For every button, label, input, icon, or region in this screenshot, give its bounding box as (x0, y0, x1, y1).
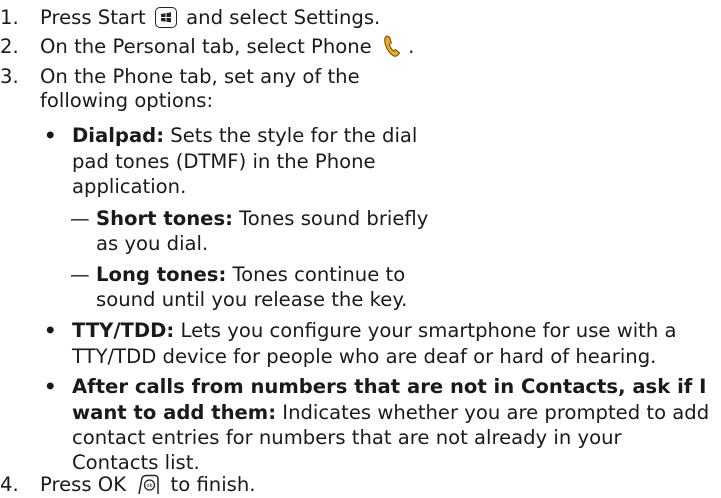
dialpad-line-1: Dialpad: Sets the style for the dial (72, 123, 417, 149)
short-tones-dash: — (70, 207, 90, 230)
step-2-number: 2. (0, 35, 19, 58)
long-tones-desc-1: Tones continue to (232, 263, 406, 286)
short-tones-line-1: Short tones: Tones sound briefly (96, 206, 428, 232)
after-calls-line-3: contact entries for numbers that are not… (72, 426, 622, 449)
tty-desc-1: Lets you configure your smartphone for u… (180, 319, 677, 342)
short-tones-line-2: as you dial. (96, 232, 209, 255)
after-calls-line-2: want to add them: Indicates whether you … (72, 400, 709, 426)
long-tones-dash: — (70, 263, 90, 286)
long-tones-term: Long tones: (96, 263, 227, 286)
after-calls-bullet: • (44, 375, 57, 398)
step-3-line-2: following options: (40, 89, 214, 112)
step-1-text-b: and select Settings. (186, 6, 381, 29)
step-1-text-a: Press Start (40, 6, 146, 29)
step-2-text: On the Personal tab, select Phone . (40, 34, 414, 60)
step-1-number: 1. (0, 6, 19, 29)
step-2-text-a: On the Personal tab, select Phone (40, 35, 372, 58)
long-tones-line-1: Long tones: Tones continue to (96, 262, 405, 288)
dialpad-desc-1: Sets the style for the dial (170, 124, 418, 147)
dialpad-term: Dialpad: (72, 124, 165, 147)
dialpad-line-3: application. (72, 175, 187, 198)
step-3-line-1: On the Phone tab, set any of the (40, 65, 360, 88)
step-4-text-b: to finish. (170, 473, 256, 496)
step-3-number: 3. (0, 65, 19, 88)
after-calls-term-2: want to add them: (72, 401, 277, 424)
step-1-text: Press Start and select Settings. (40, 5, 380, 31)
tty-bullet: • (44, 319, 57, 342)
after-calls-desc-2: Indicates whether you are prompted to ad… (282, 401, 710, 424)
instructions-document: 1. Press Start and select Settings. 2. O… (0, 0, 721, 498)
step-4-text: Press OK ok to finish. (40, 472, 256, 498)
dialpad-bullet: • (44, 124, 57, 147)
step-4-number: 4. (0, 473, 19, 496)
svg-text:ok: ok (147, 483, 153, 489)
step-4-text-a: Press OK (40, 473, 127, 496)
phone-handset-icon (384, 35, 401, 57)
tty-line-1: TTY/TDD: Lets you configure your smartph… (72, 318, 677, 344)
tty-line-2: TTY/TDD device for people who are deaf o… (72, 345, 657, 368)
tty-term: TTY/TDD: (72, 319, 175, 342)
after-calls-term-1: After calls from numbers that are not in… (72, 375, 707, 398)
long-tones-line-2: sound until you release the key. (96, 288, 408, 311)
short-tones-term: Short tones: (96, 207, 233, 230)
short-tones-desc-1: Tones sound briefly (239, 207, 429, 230)
ok-key-icon: ok (138, 474, 160, 495)
step-2-text-b: . (408, 35, 415, 58)
dialpad-line-2: pad tones (DTMF) in the Phone (72, 150, 376, 173)
start-key-icon (154, 7, 177, 28)
